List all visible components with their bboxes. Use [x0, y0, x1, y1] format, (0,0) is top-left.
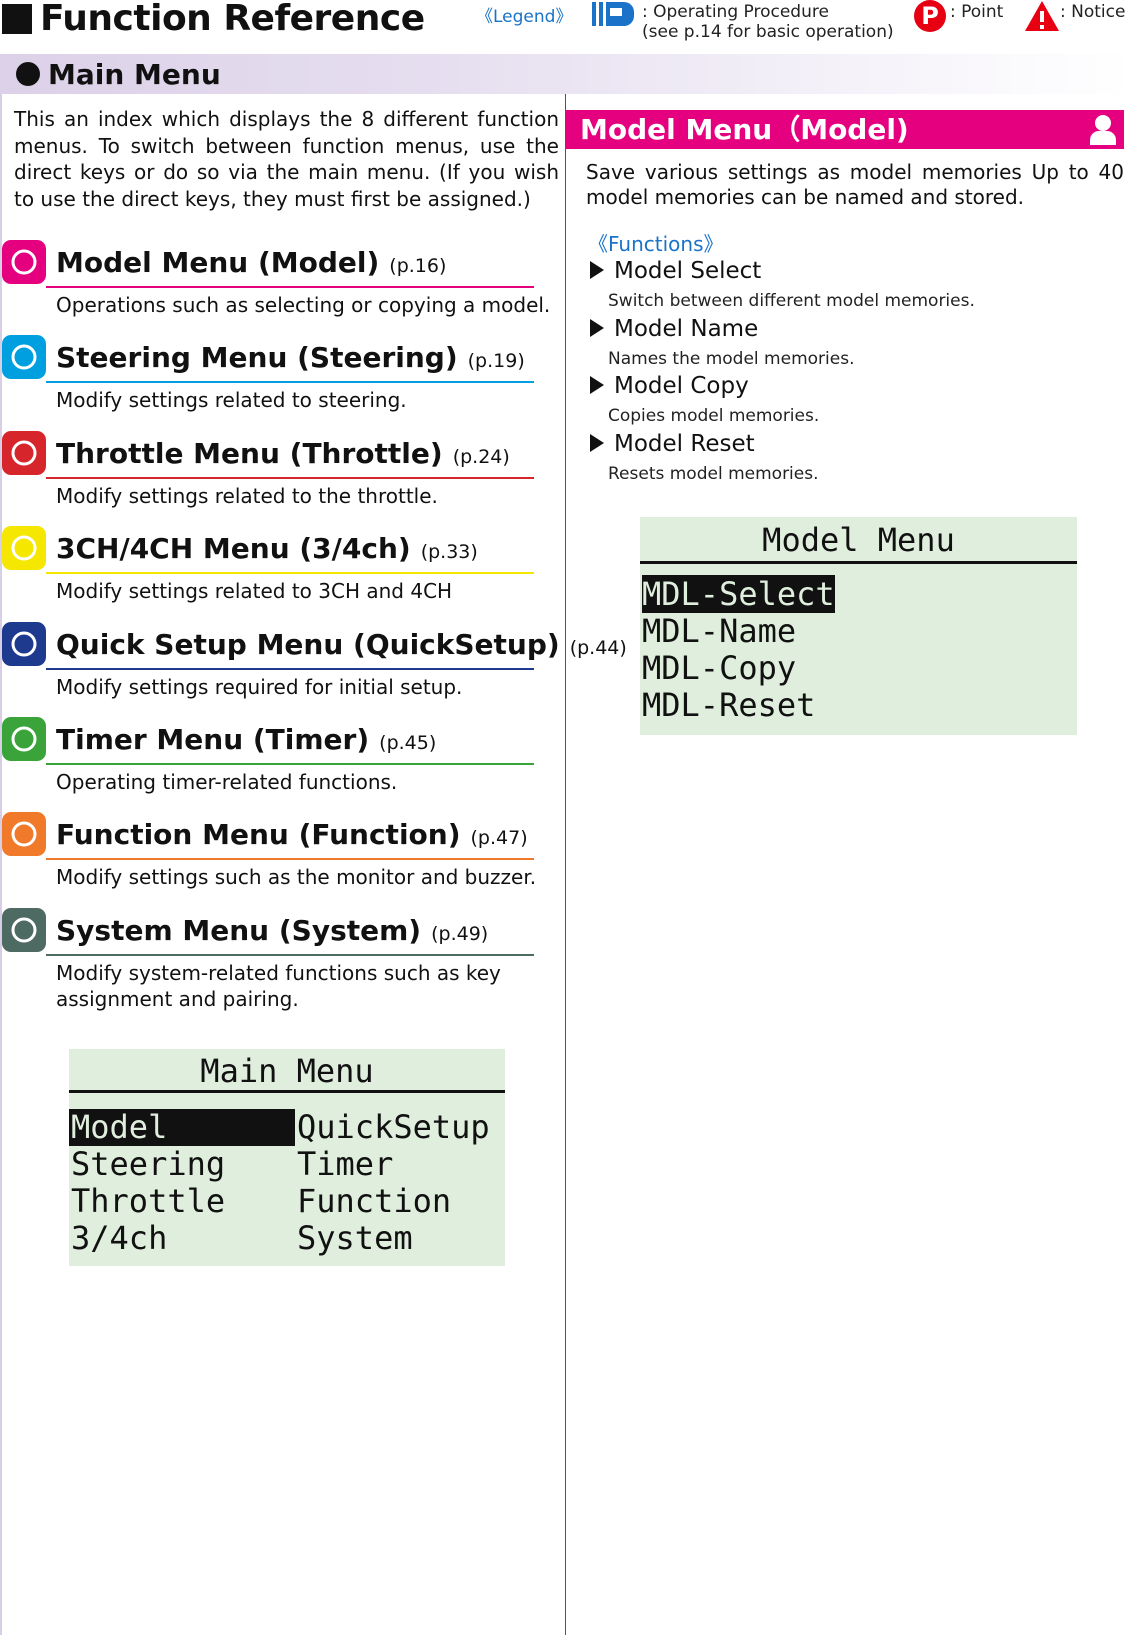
underline: [46, 953, 534, 956]
menu-title: Model Menu (Model) (p.16): [56, 246, 447, 279]
function-name: Model Copy: [590, 373, 749, 399]
bullet-icon: [16, 62, 40, 86]
model-menu-lcd: Model Menu MDL-Select MDL-Name MDL-Copy MDL…: [640, 517, 1077, 735]
menu-title: 3CH/4CH Menu (3/4ch) (p.33): [56, 532, 478, 566]
menu-title: System Menu (System) (p.49): [56, 913, 489, 947]
page-ref: (p.19): [467, 350, 525, 373]
switch-icon: [2, 526, 46, 571]
menu-entry[interactable]: Quick Setup Menu (QuickSetup) (p.44) Modi…: [0, 621, 627, 717]
page-ref: (p.49): [431, 922, 489, 945]
function-name: Model Reset: [590, 431, 755, 457]
menu-title: Function Menu (Function) (p.47): [56, 818, 528, 852]
underline: [46, 667, 534, 670]
lcd-title: Model Menu: [640, 517, 1077, 564]
lcd-item[interactable]: QuickSetup: [295, 1109, 490, 1146]
operating-procedure-icon: [592, 2, 636, 26]
function-description: Names the model memories.: [608, 348, 855, 369]
function-description: Switch between different model memories.: [608, 291, 975, 311]
function-name: Model Name: [590, 316, 758, 342]
menu-entry[interactable]: Steering Menu (Steering) (p.19) Modify se…: [0, 335, 560, 430]
functions-label: 《Functions》: [588, 232, 724, 256]
person-icon: [2, 240, 46, 284]
menu-description: Modify settings related to steering.: [56, 388, 407, 413]
function-description: Copies model memories.: [608, 406, 820, 426]
menu-description: Modify settings related to the throttle.: [56, 483, 438, 508]
lcd-title: Main Menu: [69, 1049, 505, 1093]
timer-icon: [2, 717, 46, 761]
underline: [46, 476, 534, 479]
menu-title: Steering Menu (Steering) (p.19): [56, 341, 525, 375]
lcd-item[interactable]: MDL-Select: [640, 575, 1077, 613]
page-ref: (p.33): [420, 541, 478, 564]
legend-procedure: : Operating Procedure: [642, 2, 829, 22]
underline: [46, 763, 534, 765]
section-header: Main Menu: [0, 54, 1130, 94]
column-divider: [565, 94, 566, 1635]
underline: [46, 858, 534, 861]
lcd-item[interactable]: MDL-Reset: [640, 687, 1077, 724]
function-icon: [2, 812, 46, 857]
function-description: Resets model memories.: [608, 463, 819, 484]
lcd-item[interactable]: MDL-Copy: [640, 650, 1077, 687]
notice-icon: [1024, 0, 1060, 36]
menu-entry[interactable]: 3CH/4CH Menu (3/4ch) (p.33) Modify settin…: [0, 526, 560, 621]
underline: [46, 572, 534, 575]
throttle-icon: [2, 430, 46, 475]
menu-entry[interactable]: System Menu (System) (p.49) Modify system…: [0, 907, 560, 1011]
menu-description: Modify settings required for initial set…: [56, 674, 463, 699]
lcd-item[interactable]: Timer: [295, 1146, 490, 1183]
menu-title: Timer Menu (Timer) (p.45): [56, 723, 437, 756]
model-menu-header: Model Menu（Model): [566, 110, 1124, 149]
menu-title: Throttle Menu (Throttle) (p.24): [56, 436, 510, 470]
legend-notice: : Notice: [1060, 2, 1126, 22]
menu-title: Quick Setup Menu (QuickSetup) (p.44): [56, 627, 627, 661]
page-title: Function Reference: [2, 0, 425, 39]
menu-description: Modify system-related functions such as …: [56, 960, 501, 1011]
legend-procedure-note: (see p.14 for basic operation): [642, 22, 894, 42]
lcd-item[interactable]: Function: [295, 1183, 490, 1220]
underline: [46, 381, 534, 384]
lcd-item[interactable]: Model: [69, 1109, 295, 1146]
lcd-item[interactable]: MDL-Name: [640, 613, 1077, 650]
menu-entry[interactable]: Model Menu (Model) (p.16) Operations such…: [0, 240, 560, 335]
point-icon: P: [914, 0, 946, 32]
menu-description: Operating timer-related functions.: [56, 770, 398, 794]
menu-entry[interactable]: Throttle Menu (Throttle) (p.24) Modify se…: [0, 430, 560, 526]
page-ref: (p.45): [379, 732, 437, 754]
lcd-item[interactable]: Throttle: [69, 1183, 295, 1220]
menu-entry[interactable]: Timer Menu (Timer) (p.45) Operating timer…: [0, 717, 560, 812]
page-ref: (p.47): [470, 827, 528, 850]
person-icon: [1090, 115, 1116, 145]
menu-entry[interactable]: Function Menu (Function) (p.47) Modify se…: [0, 812, 560, 907]
legend-label: 《Legend》: [476, 7, 573, 27]
lcd-item[interactable]: System: [295, 1220, 490, 1257]
underline: [46, 286, 534, 288]
title-square-icon: [2, 3, 32, 34]
main-menu-lcd: Main Menu Model Steering Throttle 3/4ch Qui…: [69, 1049, 505, 1266]
menu-description: Modify settings related to 3CH and 4CH: [56, 579, 453, 604]
page-ref: (p.24): [452, 445, 510, 468]
model-intro: Save various settings as model memories …: [586, 160, 1124, 209]
intro-text: This an index which displays the 8 diffe…: [14, 107, 559, 211]
lcd-item[interactable]: Steering: [69, 1146, 295, 1183]
list-icon: [2, 907, 46, 952]
steering-wheel-icon: [2, 335, 46, 380]
page-ref: (p.44): [569, 636, 627, 659]
menu-description: Operations such as selecting or copying …: [56, 293, 551, 317]
page-ref: (p.16): [389, 255, 447, 277]
legend-point: : Point: [950, 2, 1004, 22]
lcd-item[interactable]: 3/4ch: [69, 1220, 295, 1257]
function-name: Model Select: [590, 258, 761, 284]
menu-description: Modify settings such as the monitor and …: [56, 865, 537, 890]
wrench-icon: [2, 621, 46, 666]
